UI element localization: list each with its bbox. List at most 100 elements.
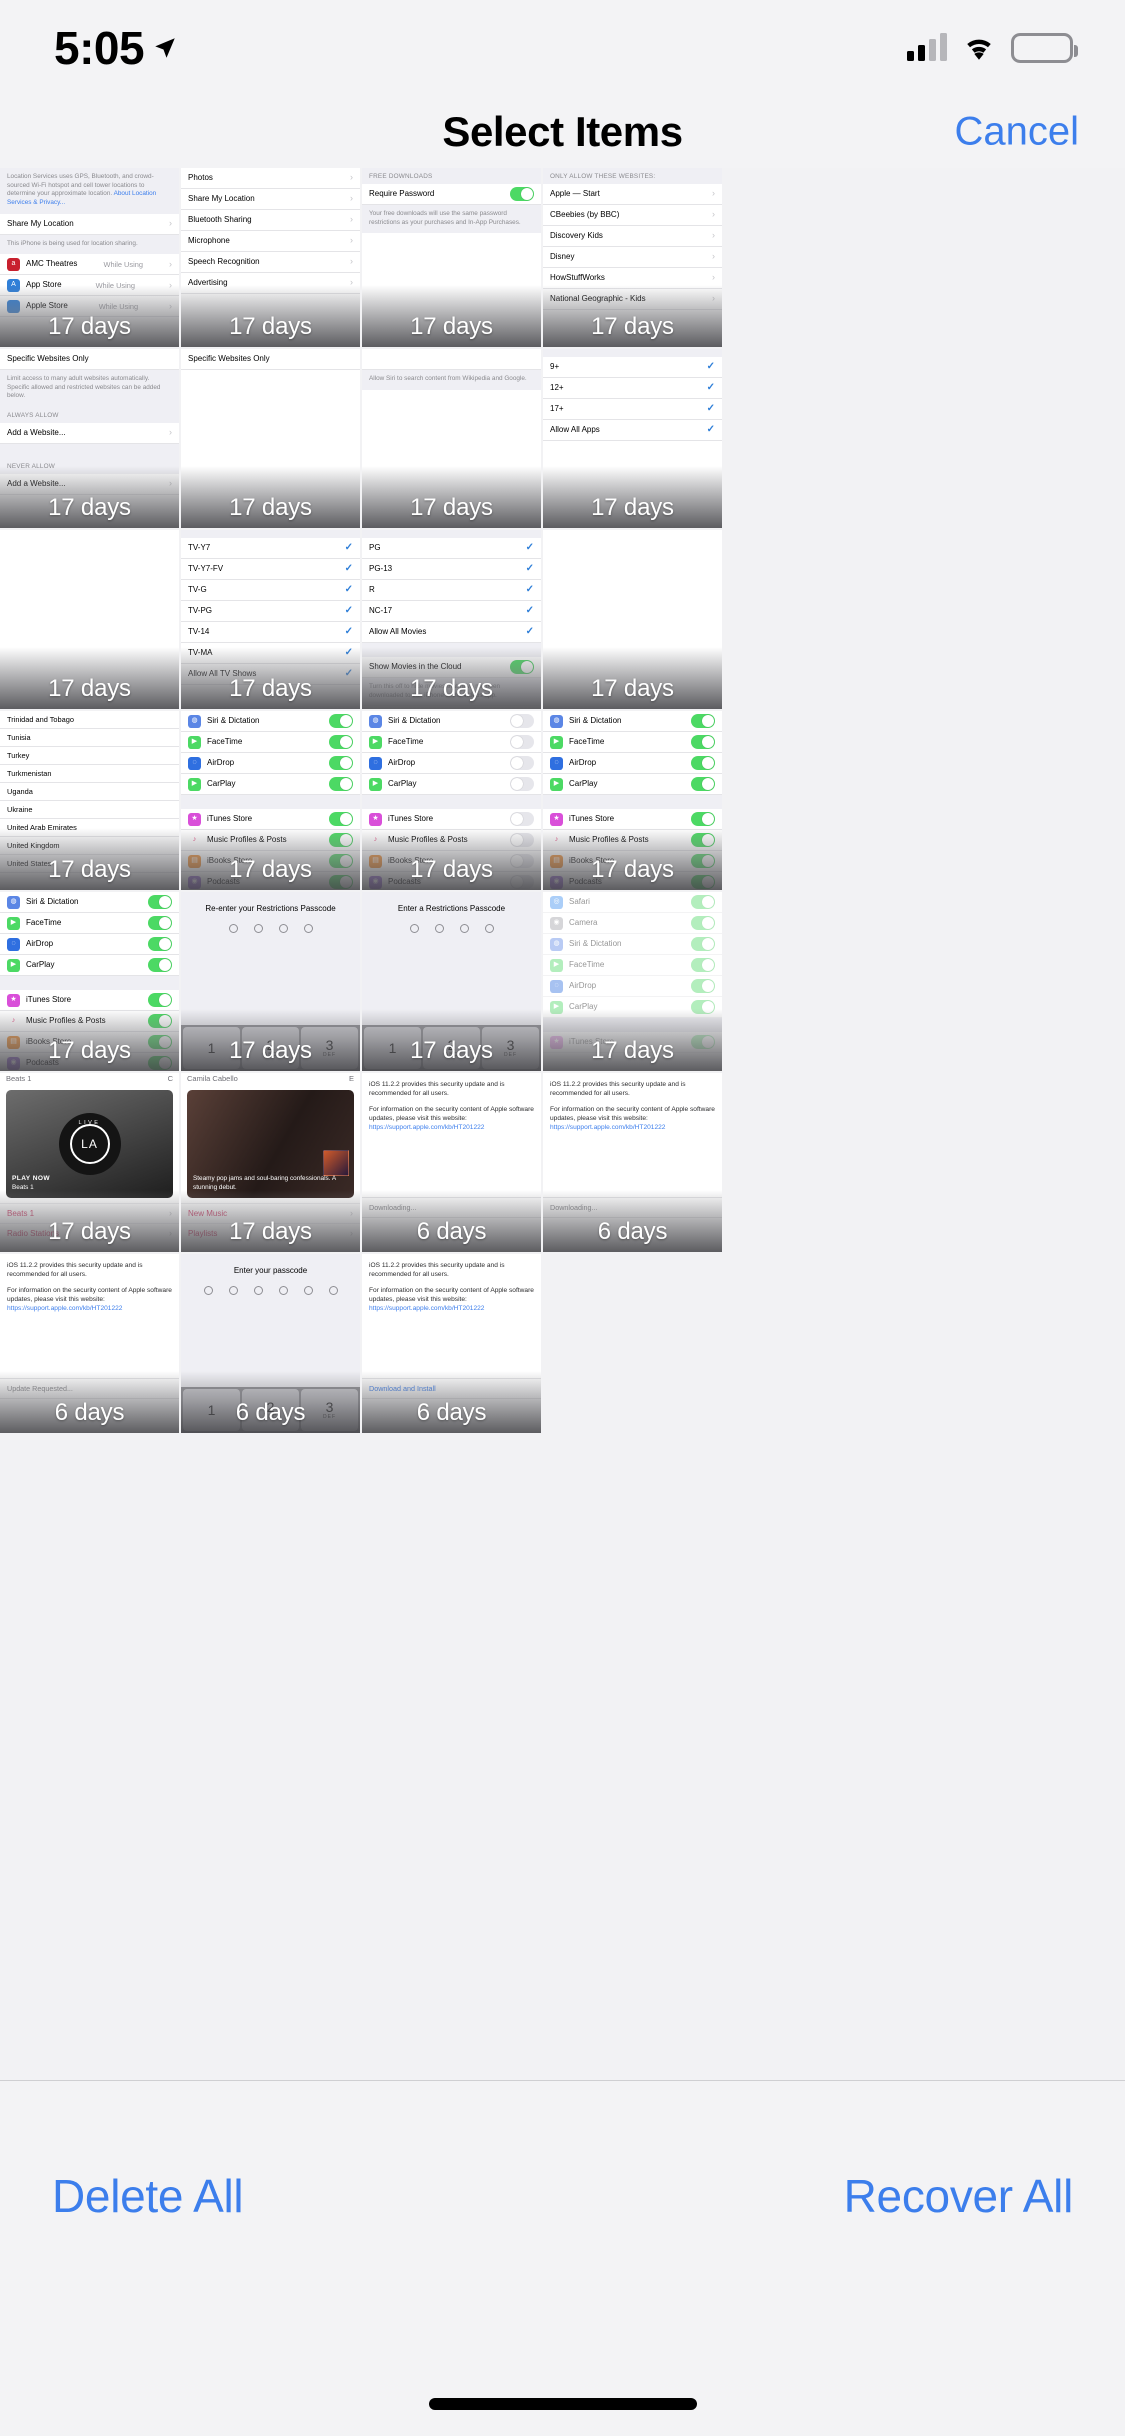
toggle-row[interactable]: ♪ Music Profiles & Posts (543, 830, 722, 851)
list-row[interactable]: Specific Websites Only (0, 349, 179, 370)
toggle-switch[interactable] (329, 777, 353, 791)
screenshot-thumbnail[interactable]: 17 days (0, 530, 181, 711)
list-row[interactable]: Ukraine (0, 801, 179, 819)
toggle-row[interactable]: ★ iTunes Store (543, 1032, 722, 1053)
toggle-switch[interactable] (691, 714, 715, 728)
list-row[interactable]: Speech Recognition › (181, 252, 360, 273)
screenshot-thumbnail[interactable]: PG ✓ PG-13 ✓ R ✓ NC-17 ✓ Allow All Movie… (362, 530, 543, 711)
screenshot-thumbnail[interactable]: iOS 11.2.2 provides this security update… (543, 1073, 724, 1254)
toggle-row[interactable]: ◌ AirDrop (543, 976, 722, 997)
toggle-row[interactable]: ◉ Podcasts (362, 872, 541, 890)
music-row[interactable]: Beats 1 › (0, 1203, 179, 1223)
screenshot-thumbnail[interactable]: Specific Websites Only Limit access to m… (0, 349, 181, 530)
music-row[interactable]: New Music › (181, 1203, 360, 1223)
toggle-switch[interactable] (510, 777, 534, 791)
toggle-row[interactable]: ◉ Podcasts (181, 872, 360, 890)
list-row[interactable]: Photos › (181, 168, 360, 189)
keypad-key-3[interactable]: 3 DEF (482, 1027, 539, 1069)
toggle-switch[interactable] (510, 714, 534, 728)
keypad-key-2[interactable]: 2 ABC (423, 1027, 480, 1069)
toggle-switch[interactable] (691, 979, 715, 993)
numeric-keypad[interactable]: 1 2 ABC 3 DEF (181, 1387, 360, 1433)
list-row[interactable]: PG ✓ (362, 538, 541, 559)
toggle-row[interactable]: ▶ FaceTime (543, 955, 722, 976)
list-row[interactable]: TV-Y7-FV ✓ (181, 559, 360, 580)
cancel-button[interactable]: Cancel (954, 110, 1079, 155)
list-row[interactable]: HowStuffWorks › (543, 268, 722, 289)
toggle-row[interactable]: ◉ Podcasts (0, 1053, 179, 1071)
toggle-switch[interactable] (691, 735, 715, 749)
screenshot-thumbnail[interactable]: TV-Y7 ✓ TV-Y7-FV ✓ TV-G ✓ TV-PG ✓ TV-14 … (181, 530, 362, 711)
screenshot-thumbnail[interactable]: Camila Cabello E Steamy pop jams and sou… (181, 1073, 362, 1254)
toggle-switch[interactable] (329, 833, 353, 847)
list-row[interactable]: Uganda (0, 783, 179, 801)
beats-card[interactable]: LIVE LA PLAY NOW Beats 1 (6, 1090, 173, 1198)
toggle-row[interactable]: ◉ Camera (543, 913, 722, 934)
keypad-key-3[interactable]: 3 DEF (301, 1389, 358, 1431)
support-link[interactable]: https://support.apple.com/kb/HT201222 (369, 1305, 484, 1312)
screenshot-thumbnail[interactable]: ONLY ALLOW THESE WEBSITES: Apple — Start… (543, 168, 724, 349)
screenshot-thumbnail[interactable]: Photos › Share My Location › Bluetooth S… (181, 168, 362, 349)
screenshot-thumbnail[interactable]: Beats 1 C LIVE LA PLAY NOW Beats 1 Beats … (0, 1073, 181, 1254)
support-link[interactable]: https://support.apple.com/kb/HT201222 (369, 1124, 484, 1131)
toggle-switch[interactable] (691, 833, 715, 847)
list-row[interactable]: Turkey (0, 747, 179, 765)
toggle-switch[interactable] (329, 812, 353, 826)
list-row[interactable]: Share My Location › (0, 213, 179, 235)
screenshot-thumbnail[interactable]: ◍ Siri & Dictation ▶ FaceTime ◌ AirDrop … (543, 711, 724, 892)
list-row[interactable]: Turkmenistan (0, 765, 179, 783)
screenshot-thumbnail[interactable]: iOS 11.2.2 provides this security update… (362, 1254, 543, 1435)
toggle-row[interactable]: ▶ CarPlay (0, 955, 179, 976)
toggle-row[interactable]: ▶ FaceTime (181, 732, 360, 753)
list-row[interactable]: United Arab Emirates (0, 819, 179, 837)
list-row[interactable]: Apple — Start › (543, 184, 722, 205)
screenshot-thumbnail[interactable]: iOS 11.2.2 provides this security update… (362, 1073, 543, 1254)
list-row[interactable]: United Kingdom (0, 837, 179, 855)
list-row[interactable]: PG-13 ✓ (362, 559, 541, 580)
toggle-row[interactable]: ★ iTunes Store (0, 990, 179, 1011)
list-row[interactable]: TV-PG ✓ (181, 601, 360, 622)
list-row[interactable]: TV-Y7 ✓ (181, 538, 360, 559)
app-row[interactable]: Apple Store While Using › (0, 296, 179, 318)
music-row[interactable]: Radio Stations › (0, 1223, 179, 1243)
numeric-keypad[interactable]: 1 2 ABC 3 DEF (181, 1025, 360, 1071)
toggle-switch[interactable] (510, 812, 534, 826)
list-row[interactable]: Bluetooth Sharing › (181, 210, 360, 231)
screenshot-thumbnail[interactable]: Location Services uses GPS, Bluetooth, a… (0, 168, 181, 349)
toggle-switch[interactable] (691, 895, 715, 909)
list-row[interactable]: 12+ ✓ (543, 378, 722, 399)
screenshot-thumbnail[interactable]: Enter your passcode 1 2 ABC 3 DEF 6 days (181, 1254, 362, 1435)
list-row[interactable]: Allow All Apps ✓ (543, 420, 722, 441)
toggle-row[interactable]: ◉ Podcasts (543, 872, 722, 890)
toggle-row[interactable]: ▶ CarPlay (181, 774, 360, 795)
toggle-switch[interactable] (691, 1000, 715, 1014)
toggle-switch[interactable] (148, 1056, 172, 1070)
toggle-switch[interactable] (510, 875, 534, 889)
toggle-switch[interactable] (148, 1014, 172, 1028)
screenshot-thumbnail[interactable]: iOS 11.2.2 provides this security update… (0, 1254, 181, 1435)
toggle-row[interactable]: ▶ CarPlay (362, 774, 541, 795)
list-row[interactable]: Allow All TV Shows ✓ (181, 664, 360, 685)
support-link[interactable]: https://support.apple.com/kb/HT201222 (7, 1305, 122, 1312)
list-row[interactable]: Trinidad and Tobago (0, 711, 179, 729)
toggle-switch[interactable] (329, 714, 353, 728)
toggle-switch[interactable] (691, 916, 715, 930)
toggle-switch[interactable] (510, 854, 534, 868)
list-row[interactable]: Microphone › (181, 231, 360, 252)
toggle-switch[interactable] (691, 937, 715, 951)
toggle-row[interactable]: ▤ iBooks Store (181, 851, 360, 872)
screenshot-thumbnail[interactable]: Allow Siri to search content from Wikipe… (362, 349, 543, 530)
album-card[interactable]: Steamy pop jams and soul-baring confessi… (187, 1090, 354, 1198)
toggle-switch[interactable] (148, 937, 172, 951)
toggle-row[interactable]: ◌ AirDrop (0, 934, 179, 955)
list-row[interactable]: Specific Websites Only (181, 349, 360, 370)
screenshot-thumbnail[interactable]: ◍ Siri & Dictation ▶ FaceTime ◌ AirDrop … (0, 892, 181, 1073)
toggle-row[interactable]: ▶ FaceTime (362, 732, 541, 753)
toggle-switch[interactable] (148, 1035, 172, 1049)
toggle-row[interactable]: ♪ Music Profiles & Posts (0, 1011, 179, 1032)
list-row[interactable]: TV-14 ✓ (181, 622, 360, 643)
toggle-row[interactable]: ★ iTunes Store (362, 809, 541, 830)
toggle-row[interactable]: ◌ AirDrop (543, 753, 722, 774)
list-row[interactable]: CBeebies (by BBC) › (543, 205, 722, 226)
keypad-key-1[interactable]: 1 (183, 1027, 240, 1069)
